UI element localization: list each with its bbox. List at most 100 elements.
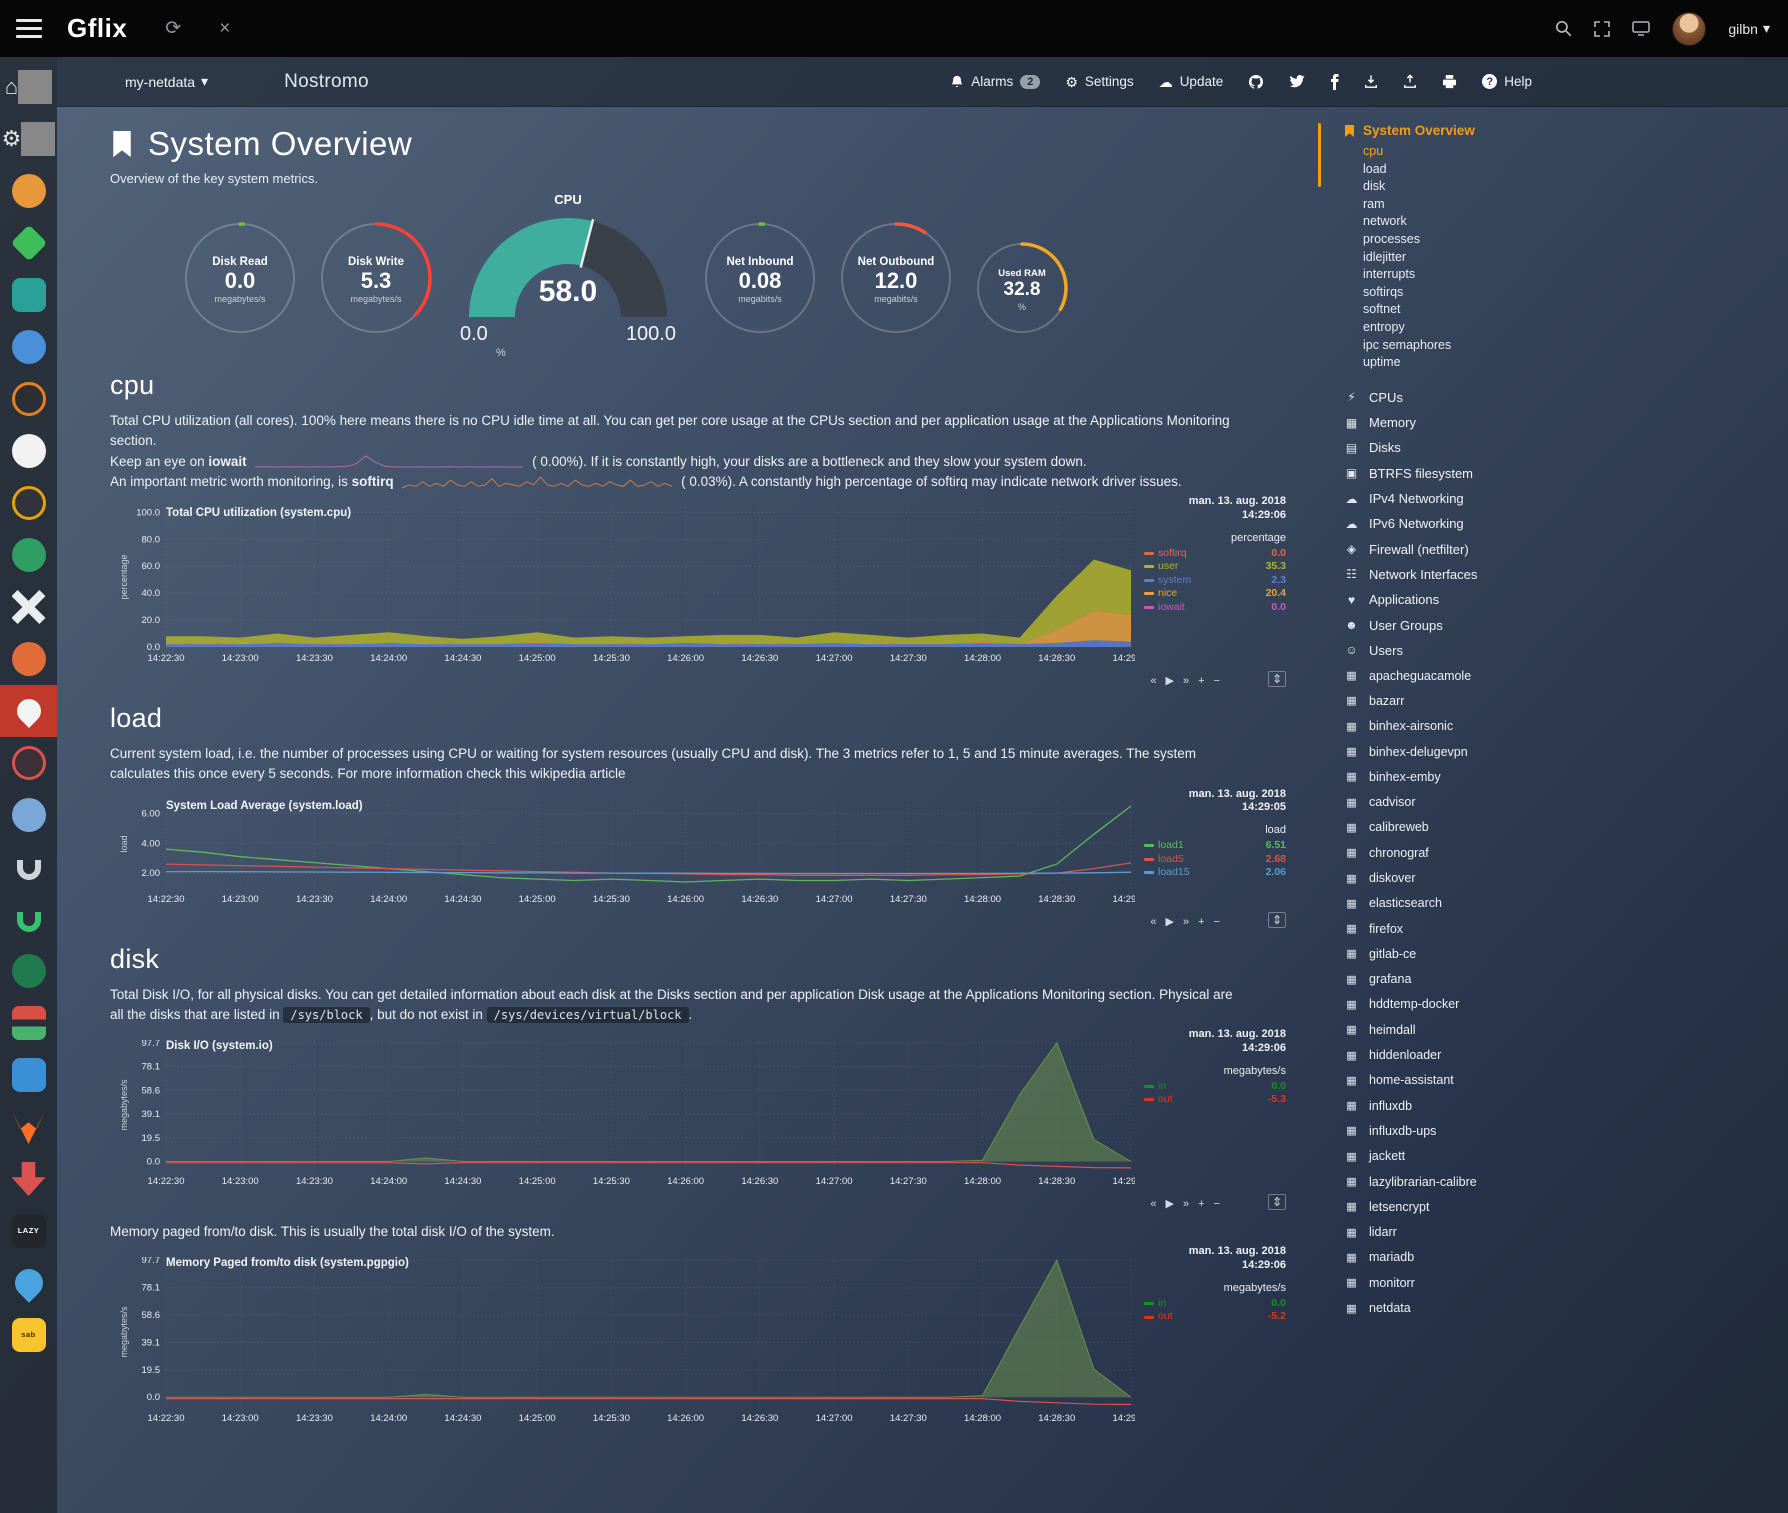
print-button[interactable] — [1442, 75, 1457, 89]
menu-app-item[interactable]: ▦ apacheguacamole — [1344, 663, 1788, 688]
menu-app-item[interactable]: ▦ gitlab-ce — [1344, 941, 1788, 966]
legend-row[interactable]: iowait 0.0 — [1144, 601, 1286, 615]
iowait-sparkline[interactable] — [254, 454, 524, 469]
menu-system-overview[interactable]: System Overview — [1344, 123, 1788, 138]
fullscreen-icon[interactable] — [1594, 21, 1610, 37]
menu-app-item[interactable]: ▦ hiddenloader — [1344, 1042, 1788, 1067]
sidebar-app-item[interactable] — [0, 1049, 57, 1101]
user-avatar[interactable] — [1672, 12, 1706, 46]
github-button[interactable] — [1248, 74, 1264, 90]
menu-section-item[interactable]: ▦ Memory — [1344, 410, 1788, 435]
wikipedia-link[interactable]: wikipedia article — [530, 766, 625, 781]
chart-tool-button[interactable]: ▶ — [1166, 917, 1174, 928]
sidebar-app-item[interactable] — [0, 425, 57, 477]
sidebar-app-item[interactable] — [0, 997, 57, 1049]
sidebar-app-item[interactable]: sab — [0, 1309, 57, 1361]
menu-subitem[interactable]: network — [1344, 213, 1788, 231]
chart-tool-button[interactable]: − — [1214, 1199, 1220, 1210]
gauge-disk-write[interactable]: Disk Write 5.3 megabytes/s — [318, 220, 434, 341]
sidebar-app-item[interactable] — [0, 841, 57, 893]
sidebar-app-item[interactable]: LAZY — [0, 1205, 57, 1257]
softirq-sparkline[interactable] — [401, 475, 673, 490]
sidebar-app-item[interactable] — [0, 893, 57, 945]
sidebar-app-item[interactable]: ⌂ — [0, 61, 57, 113]
refresh-icon[interactable]: ⟳ — [165, 19, 181, 38]
menu-section-item[interactable]: ◈ Firewall (netfilter) — [1344, 537, 1788, 562]
sidebar-app-item[interactable] — [0, 529, 57, 581]
sidebar-app-item[interactable] — [0, 477, 57, 529]
sidebar-app-item[interactable] — [0, 165, 57, 217]
chart-tool-button[interactable]: + — [1198, 917, 1204, 928]
menu-section-item[interactable]: ☷ Network Interfaces — [1344, 562, 1788, 587]
menu-section-item[interactable]: ▣ BTRFS filesystem — [1344, 461, 1788, 486]
menu-app-item[interactable]: ▦ chronograf — [1344, 840, 1788, 865]
menu-app-item[interactable]: ▦ home-assistant — [1344, 1068, 1788, 1093]
chart-tool-button[interactable]: − — [1214, 917, 1220, 928]
chart-tool-button[interactable]: + — [1198, 1199, 1204, 1210]
help-button[interactable]: ? Help — [1482, 74, 1532, 89]
legend-row[interactable]: user 35.3 — [1144, 560, 1286, 574]
menu-subitem[interactable]: uptime — [1344, 354, 1788, 372]
cpu-chart-canvas[interactable]: 14:22:3014:23:0014:23:3014:24:0014:24:30… — [118, 507, 1286, 672]
menu-app-item[interactable]: ▦ binhex-delugevpn — [1344, 739, 1788, 764]
host-dropdown[interactable]: my-netdata ▾ — [125, 73, 208, 90]
gauge-cpu[interactable]: CPU 58.0 0.0 100.0 % — [460, 192, 676, 359]
chart-tool-button[interactable]: ▶ — [1166, 1199, 1174, 1210]
load-chart-canvas[interactable]: 14:22:3014:23:0014:23:3014:24:0014:24:30… — [118, 800, 1286, 913]
sidebar-app-item[interactable] — [0, 633, 57, 685]
menu-section-item[interactable]: ⚡ CPUs — [1344, 385, 1788, 410]
legend-row[interactable]: softirq 0.0 — [1144, 547, 1286, 561]
menu-app-item[interactable]: ▦ mariadb — [1344, 1245, 1788, 1270]
menu-section-item[interactable]: ☺ Users — [1344, 638, 1788, 663]
gauge-net-inbound[interactable]: Net Inbound 0.08 megabits/s — [702, 220, 818, 341]
menu-section-item[interactable]: ☁ IPv4 Networking — [1344, 486, 1788, 511]
facebook-button[interactable] — [1330, 74, 1339, 90]
menu-app-item[interactable]: ▦ lidarr — [1344, 1220, 1788, 1245]
hamburger-menu-icon[interactable] — [0, 19, 57, 38]
settings-button[interactable]: ⚙ Settings — [1065, 74, 1133, 89]
legend-row[interactable]: out -5.2 — [1144, 1310, 1286, 1324]
close-icon[interactable]: × — [219, 19, 230, 38]
menu-subitem[interactable]: entropy — [1344, 319, 1788, 337]
menu-app-item[interactable]: ▦ grafana — [1344, 967, 1788, 992]
chart-tool-button[interactable]: « — [1150, 1199, 1156, 1210]
sidebar-app-item[interactable] — [0, 945, 57, 997]
sidebar-app-item[interactable] — [0, 1153, 57, 1205]
menu-app-item[interactable]: ▦ netdata — [1344, 1295, 1788, 1320]
chart-tool-button[interactable]: « — [1150, 917, 1156, 928]
legend-row[interactable]: in 0.0 — [1144, 1080, 1286, 1094]
sidebar-app-item[interactable] — [0, 1101, 57, 1153]
chart-resize-handle[interactable]: ⇕ — [1268, 1194, 1286, 1210]
menu-app-item[interactable]: ▦ heimdall — [1344, 1017, 1788, 1042]
menu-section-item[interactable]: ☻ User Groups — [1344, 612, 1788, 637]
gauge-used-ram[interactable]: Used RAM 32.8 % — [974, 240, 1070, 341]
menu-subitem[interactable]: softirqs — [1344, 284, 1788, 302]
search-icon[interactable] — [1555, 20, 1572, 37]
menu-subitem[interactable]: ipc semaphores — [1344, 337, 1788, 355]
user-menu[interactable]: gilbn ▾ — [1728, 20, 1770, 37]
menu-app-item[interactable]: ▦ binhex-emby — [1344, 764, 1788, 789]
sidebar-app-item[interactable] — [0, 269, 57, 321]
twitter-button[interactable] — [1289, 75, 1305, 88]
legend-row[interactable]: load15 2.06 — [1144, 866, 1286, 880]
legend-row[interactable]: load1 6.51 — [1144, 839, 1286, 853]
alarms-button[interactable]: Alarms 2 — [950, 74, 1040, 89]
update-button[interactable]: ☁ Update — [1159, 74, 1224, 89]
chart-resize-handle[interactable]: ⇕ — [1268, 912, 1286, 928]
menu-app-item[interactable]: ▦ influxdb — [1344, 1093, 1788, 1118]
menu-app-item[interactable]: ▦ letsencrypt — [1344, 1194, 1788, 1219]
sidebar-app-item[interactable] — [0, 321, 57, 373]
import-button[interactable] — [1364, 74, 1378, 89]
menu-app-item[interactable]: ▦ bazarr — [1344, 688, 1788, 713]
disk-chart-canvas[interactable]: 14:22:3014:23:0014:23:3014:24:0014:24:30… — [118, 1040, 1286, 1195]
legend-row[interactable]: system 2.3 — [1144, 574, 1286, 588]
menu-app-item[interactable]: ▦ lazylibrarian-calibre — [1344, 1169, 1788, 1194]
sidebar-app-item[interactable] — [0, 217, 57, 269]
menu-app-item[interactable]: ▦ hddtemp-docker — [1344, 992, 1788, 1017]
menu-section-item[interactable]: ☁ IPv6 Networking — [1344, 511, 1788, 536]
menu-subitem[interactable]: interrupts — [1344, 266, 1788, 284]
menu-app-item[interactable]: ▦ cadvisor — [1344, 789, 1788, 814]
chart-resize-handle[interactable]: ⇕ — [1268, 671, 1286, 687]
menu-subitem[interactable]: load — [1344, 161, 1788, 179]
legend-row[interactable]: out -5.3 — [1144, 1093, 1286, 1107]
